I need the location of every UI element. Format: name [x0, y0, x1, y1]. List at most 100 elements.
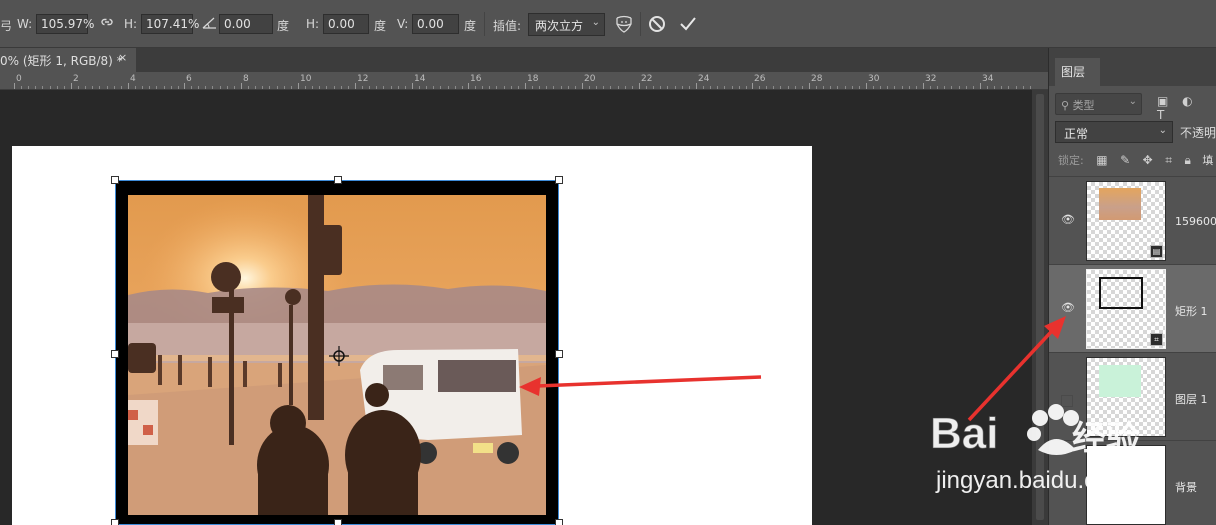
ruler-minor-tick: [391, 86, 392, 89]
ruler-minor-tick: [724, 86, 725, 89]
ruler-minor-tick: [959, 86, 960, 89]
ruler-major-tick: [923, 83, 924, 89]
adjustment-filter-icon[interactable]: ◐: [1182, 94, 1192, 108]
lock-paint-icon[interactable]: ✎: [1120, 153, 1130, 167]
search-icon: ⚲: [1061, 99, 1070, 112]
interpolation-select[interactable]: 两次立方 ⌄: [528, 13, 605, 36]
ruler-minor-tick: [546, 86, 547, 89]
lock-position-icon[interactable]: ✥: [1143, 153, 1153, 167]
close-tab-icon[interactable]: ×: [118, 51, 127, 64]
ruler-tick-label: 18: [527, 74, 539, 84]
ruler-minor-tick: [496, 86, 497, 89]
hskew-field[interactable]: 0.00: [323, 14, 369, 34]
ruler-major-tick: [412, 83, 413, 89]
visibility-eye-icon[interactable]: 👁︎: [1061, 213, 1075, 226]
ruler-minor-tick: [121, 86, 122, 89]
ruler-tick-label: 8: [243, 74, 249, 84]
height-field[interactable]: 107.41%: [141, 14, 199, 34]
ruler-minor-tick: [703, 86, 704, 89]
width-field[interactable]: 105.97%: [36, 14, 94, 34]
layer-thumbnail: ▤: [1086, 181, 1166, 261]
ruler-minor-tick: [92, 86, 93, 89]
ruler-minor-tick: [78, 86, 79, 89]
ruler-minor-tick: [205, 86, 206, 89]
ruler-minor-tick: [1030, 86, 1031, 89]
ruler-minor-tick: [987, 86, 988, 89]
options-left-fragment: 弓: [0, 19, 13, 33]
ruler-minor-tick: [277, 86, 278, 89]
ruler-minor-tick: [234, 86, 235, 89]
panel-tab-strip: 图层: [1049, 48, 1216, 86]
ruler-minor-tick: [859, 86, 860, 89]
lock-artboard-icon[interactable]: ⌗: [1165, 153, 1172, 167]
layer-thumbnail: ⌗: [1086, 269, 1166, 349]
ruler-minor-tick: [739, 86, 740, 89]
ruler-minor-tick: [312, 86, 313, 89]
ruler-tick-label: 6: [186, 74, 192, 84]
lock-all-icon[interactable]: 🔒︎: [1184, 153, 1190, 167]
ruler-tick-label: 14: [414, 74, 426, 84]
transform-handle-top-right[interactable]: [555, 176, 563, 184]
hskew-unit: 度: [374, 19, 387, 33]
transform-handle-bottom-right[interactable]: [555, 519, 563, 525]
photoshop-window: 弓 W: 105.97% H: 107.41% 0.00 度 H: 0.00 度…: [0, 0, 1216, 525]
lock-transparent-icon[interactable]: ▦: [1096, 153, 1107, 167]
layer-name: 矩形 1: [1175, 305, 1208, 318]
ruler-minor-tick: [823, 86, 824, 89]
ruler-tick-label: 2: [73, 74, 79, 84]
ruler-minor-tick: [916, 86, 917, 89]
ruler-major-tick: [14, 83, 15, 89]
blend-mode-select[interactable]: 正常 ⌄: [1055, 121, 1173, 143]
ruler-minor-tick: [837, 86, 838, 89]
vskew-unit: 度: [464, 19, 477, 33]
chevron-down-icon: ⌄: [591, 17, 600, 28]
ruler-minor-tick: [164, 86, 165, 89]
transform-handle-left[interactable]: [111, 350, 119, 358]
red-arrow-annotation: [519, 375, 762, 396]
ruler-minor-tick: [852, 86, 853, 89]
vskew-field[interactable]: 0.00: [412, 14, 459, 34]
interpolation-value: 两次立方: [535, 19, 584, 33]
angle-field[interactable]: 0.00: [219, 14, 273, 34]
ruler-minor-tick: [135, 86, 136, 89]
ruler-minor-tick: [873, 86, 874, 89]
ruler-minor-tick: [610, 86, 611, 89]
ruler-minor-tick: [689, 86, 690, 89]
options-divider: [484, 12, 485, 36]
transform-handle-bottom-left[interactable]: [111, 519, 119, 525]
ruler-major-tick: [298, 83, 299, 89]
ruler-minor-tick: [746, 86, 747, 89]
reference-point-icon[interactable]: [329, 346, 349, 366]
warp-icon[interactable]: [614, 14, 634, 37]
transform-handle-top[interactable]: [334, 176, 342, 184]
ruler-minor-tick: [398, 86, 399, 89]
ruler-major-tick: [866, 83, 867, 89]
transform-handle-bottom[interactable]: [334, 519, 342, 525]
type-filter-icon[interactable]: T: [1157, 108, 1164, 122]
ruler-minor-tick: [682, 86, 683, 89]
ruler-minor-tick: [973, 86, 974, 89]
ruler-minor-tick: [426, 86, 427, 89]
commit-transform-icon[interactable]: [679, 15, 697, 36]
ruler-minor-tick: [448, 86, 449, 89]
visibility-eye-icon[interactable]: 👁︎: [1061, 301, 1075, 314]
ruler-minor-tick: [107, 86, 108, 89]
link-icon[interactable]: [100, 15, 114, 32]
ruler-minor-tick: [625, 86, 626, 89]
image-filter-icon[interactable]: ▣: [1157, 94, 1168, 108]
tab-layers[interactable]: 图层: [1055, 58, 1100, 86]
cancel-transform-icon[interactable]: [648, 15, 666, 36]
ruler-minor-tick: [191, 86, 192, 89]
ruler-minor-tick: [994, 86, 995, 89]
ruler-minor-tick: [405, 86, 406, 89]
ruler-minor-tick: [220, 86, 221, 89]
transform-handle-right[interactable]: [555, 350, 563, 358]
ruler-tick-label: 32: [925, 74, 937, 84]
layer-filter-select[interactable]: ⚲ 类型 ⌄: [1055, 93, 1142, 115]
transform-handle-top-left[interactable]: [111, 176, 119, 184]
layer-row-smart-object[interactable]: 👁︎ ▤ 159600...: [1049, 176, 1216, 264]
ruler-minor-tick: [291, 86, 292, 89]
ruler-minor-tick: [326, 86, 327, 89]
baidu-jingyan-watermark: Bai 经验 jingyan.baidu.com Bai: [930, 390, 1150, 500]
document-tab[interactable]: 0% (矩形 1, RGB/8) * ×: [0, 48, 136, 72]
